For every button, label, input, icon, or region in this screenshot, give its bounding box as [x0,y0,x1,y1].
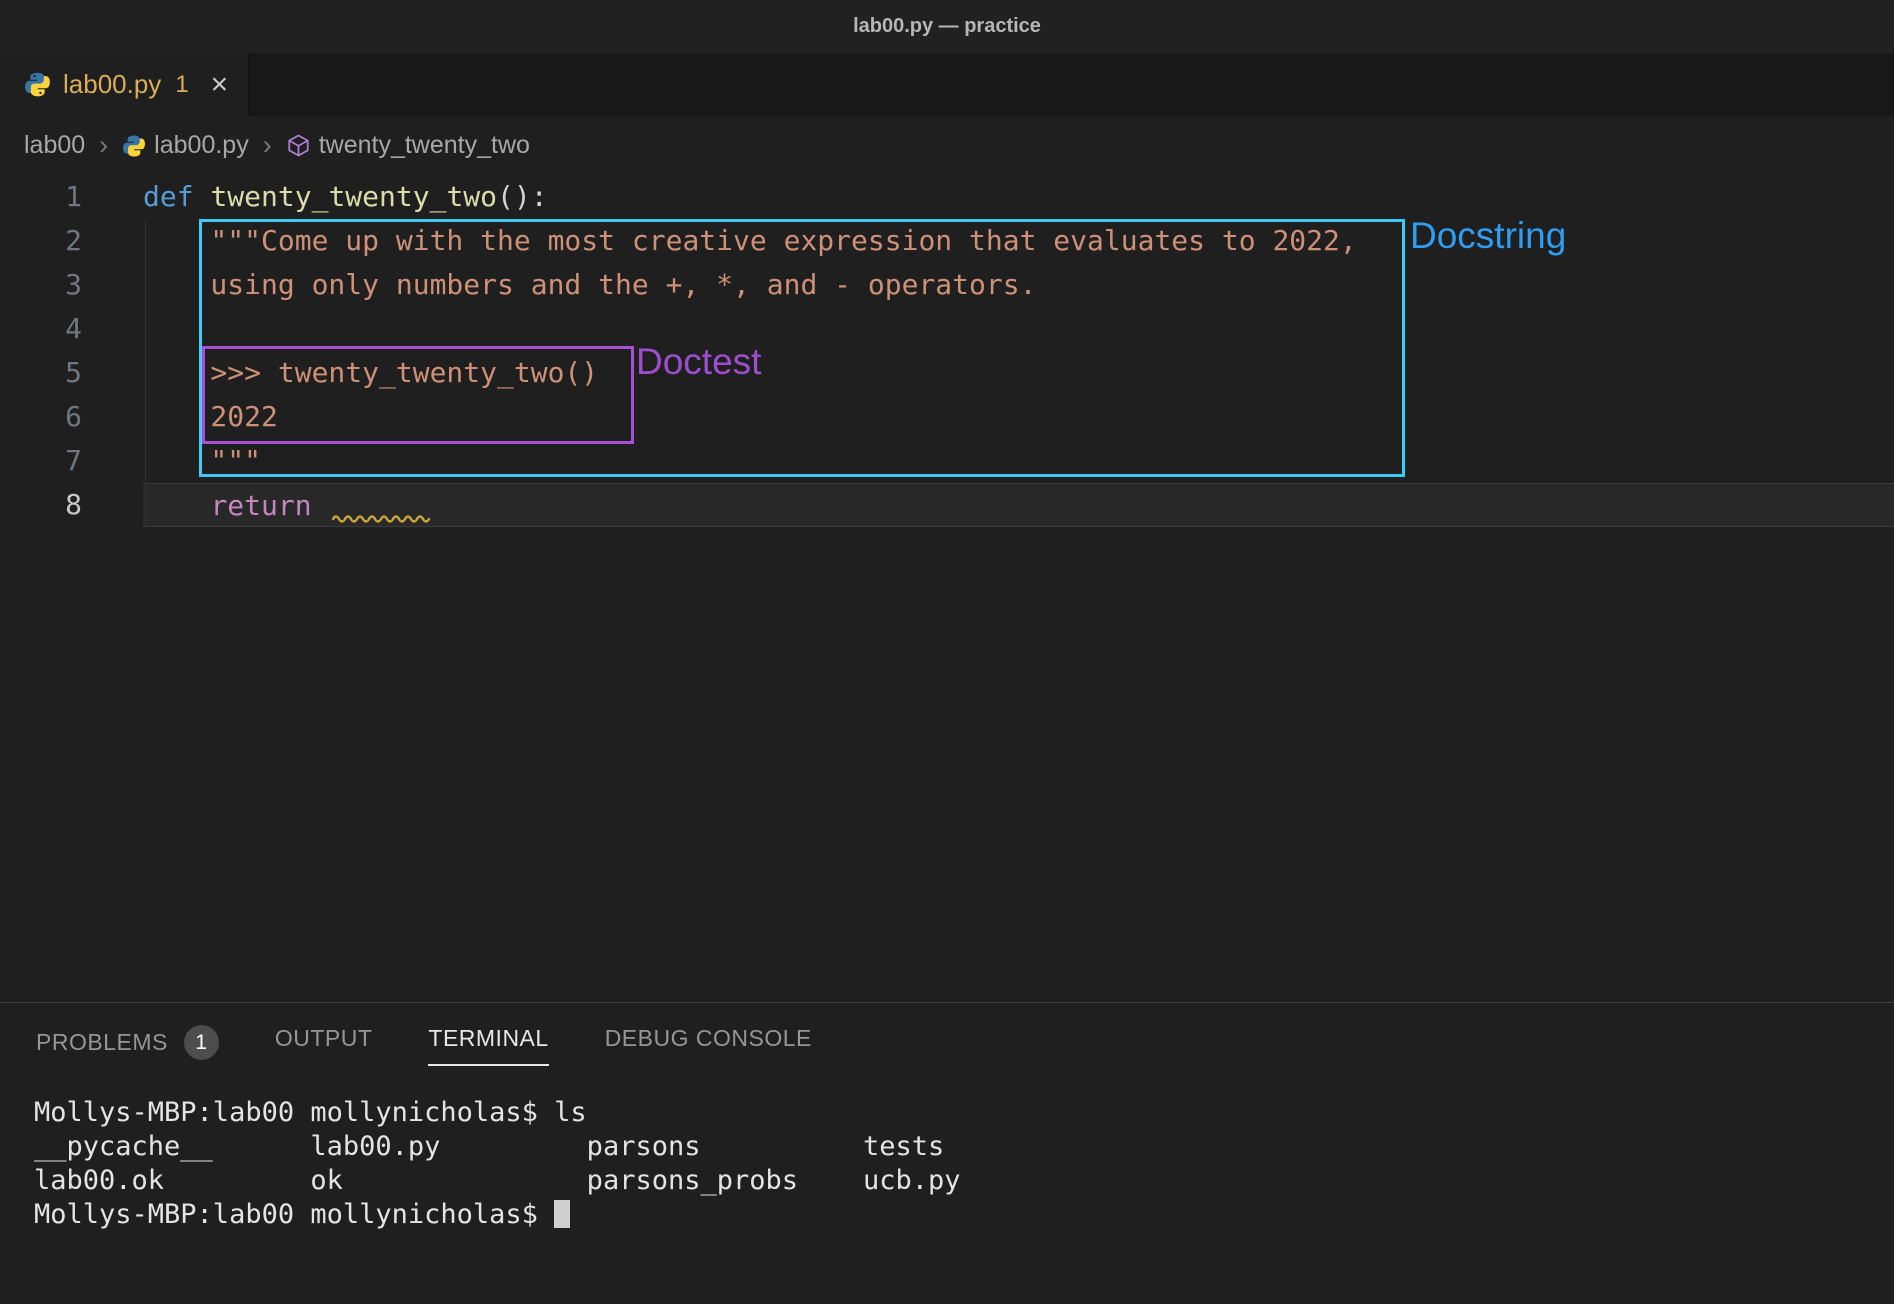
code-line-5[interactable]: 5 >>> twenty_twenty_two() [0,351,1894,395]
punctuation: (): [497,180,548,213]
breadcrumb-folder[interactable]: lab00 [24,131,85,160]
terminal-output[interactable]: Mollys-MBP:lab00 mollynicholas$ ls __pyc… [34,1096,1894,1232]
breadcrumb-file[interactable]: lab00.py [122,131,249,160]
breadcrumb-file-label: lab00.py [154,131,249,160]
tab-debug-console[interactable]: DEBUG CONSOLE [605,1025,812,1064]
line-number[interactable]: 5 [0,351,143,395]
chevron-right-icon: › [95,130,112,161]
tab-label: lab00.py [63,69,161,100]
python-file-icon [24,71,51,98]
code-text: """ [143,439,1894,483]
breadcrumb-symbol[interactable]: twenty_twenty_two [286,131,530,160]
breadcrumb-symbol-label: twenty_twenty_two [319,131,530,160]
terminal-prompt: Mollys-MBP:lab00 mollynicholas$ [34,1199,554,1230]
function-name: twenty_twenty_two [210,180,497,213]
doctest-text: >>> twenty_twenty_two() [143,356,598,389]
keyword-def: def [143,180,210,213]
docstring-text: """Come up with the most creative expres… [143,224,1357,257]
code-text: return [143,483,1894,527]
code-line-1[interactable]: 1 def twenty_twenty_two(): [0,175,1894,219]
editor-tab-strip: lab00.py 1 × [0,53,1894,116]
code-text [143,307,1894,351]
line-number[interactable]: 6 [0,395,143,439]
terminal-prompt-line: Mollys-MBP:lab00 mollynicholas$ [34,1198,1894,1232]
tab-problems[interactable]: PROBLEMS 1 [36,1025,219,1072]
code-line-8[interactable]: 8 return [0,483,1894,527]
code-line-4[interactable]: 4 [0,307,1894,351]
symbol-method-icon [286,133,311,158]
line-number[interactable]: 2 [0,219,143,263]
code-text: """Come up with the most creative expres… [143,219,1894,263]
docstring-text: using only numbers and the +, *, and - o… [143,268,1036,301]
code-line-7[interactable]: 7 """ [0,439,1894,483]
bottom-panel: PROBLEMS 1 OUTPUT TERMINAL DEBUG CONSOLE… [0,1002,1894,1304]
line-number[interactable]: 7 [0,439,143,483]
code-line-2[interactable]: 2 """Come up with the most creative expr… [0,219,1894,263]
terminal-line: Mollys-MBP:lab00 mollynicholas$ ls [34,1096,1894,1130]
panel-tab-bar: PROBLEMS 1 OUTPUT TERMINAL DEBUG CONSOLE [0,1003,1894,1072]
tab-problem-count: 1 [175,71,188,99]
line-number[interactable]: 8 [0,483,143,527]
titlebar: lab00.py — practice [0,0,1894,53]
tab-terminal[interactable]: TERMINAL [428,1025,548,1066]
problems-count-badge: 1 [184,1025,219,1060]
line-number[interactable]: 4 [0,307,143,351]
indent [143,489,210,522]
terminal-cursor [554,1200,570,1228]
python-file-icon [122,134,146,158]
code-text: def twenty_twenty_two(): [143,175,1894,219]
line-number[interactable]: 3 [0,263,143,307]
code-line-6[interactable]: 6 2022 [0,395,1894,439]
terminal-line: __pycache__ lab00.py parsons tests [34,1130,1894,1164]
window-title: lab00.py — practice [853,15,1041,38]
vscode-window: lab00.py — practice lab00.py 1 × lab00 › [0,0,1894,1304]
tab-lab00py[interactable]: lab00.py 1 × [0,53,249,116]
code-editor[interactable]: 1 def twenty_twenty_two(): 2 """Come up … [0,175,1894,1002]
docstring-text: """ [143,444,261,477]
code-text: 2022 [143,395,1894,439]
chevron-right-icon: › [259,130,276,161]
code-text: >>> twenty_twenty_two() [143,351,1894,395]
close-icon[interactable]: × [211,70,229,100]
doctest-text: 2022 [143,400,278,433]
code-text: using only numbers and the +, *, and - o… [143,263,1894,307]
terminal-line: lab00.ok ok parsons_probs ucb.py [34,1164,1894,1198]
keyword-return: return [210,489,311,522]
breadcrumb: lab00 › lab00.py › twenty_twenty_two [0,116,1894,175]
code-line-3[interactable]: 3 using only numbers and the +, *, and -… [0,263,1894,307]
breadcrumb-folder-label: lab00 [24,131,85,160]
problems-label: PROBLEMS [36,1029,168,1056]
line-number[interactable]: 1 [0,175,143,219]
tab-output[interactable]: OUTPUT [275,1025,373,1064]
